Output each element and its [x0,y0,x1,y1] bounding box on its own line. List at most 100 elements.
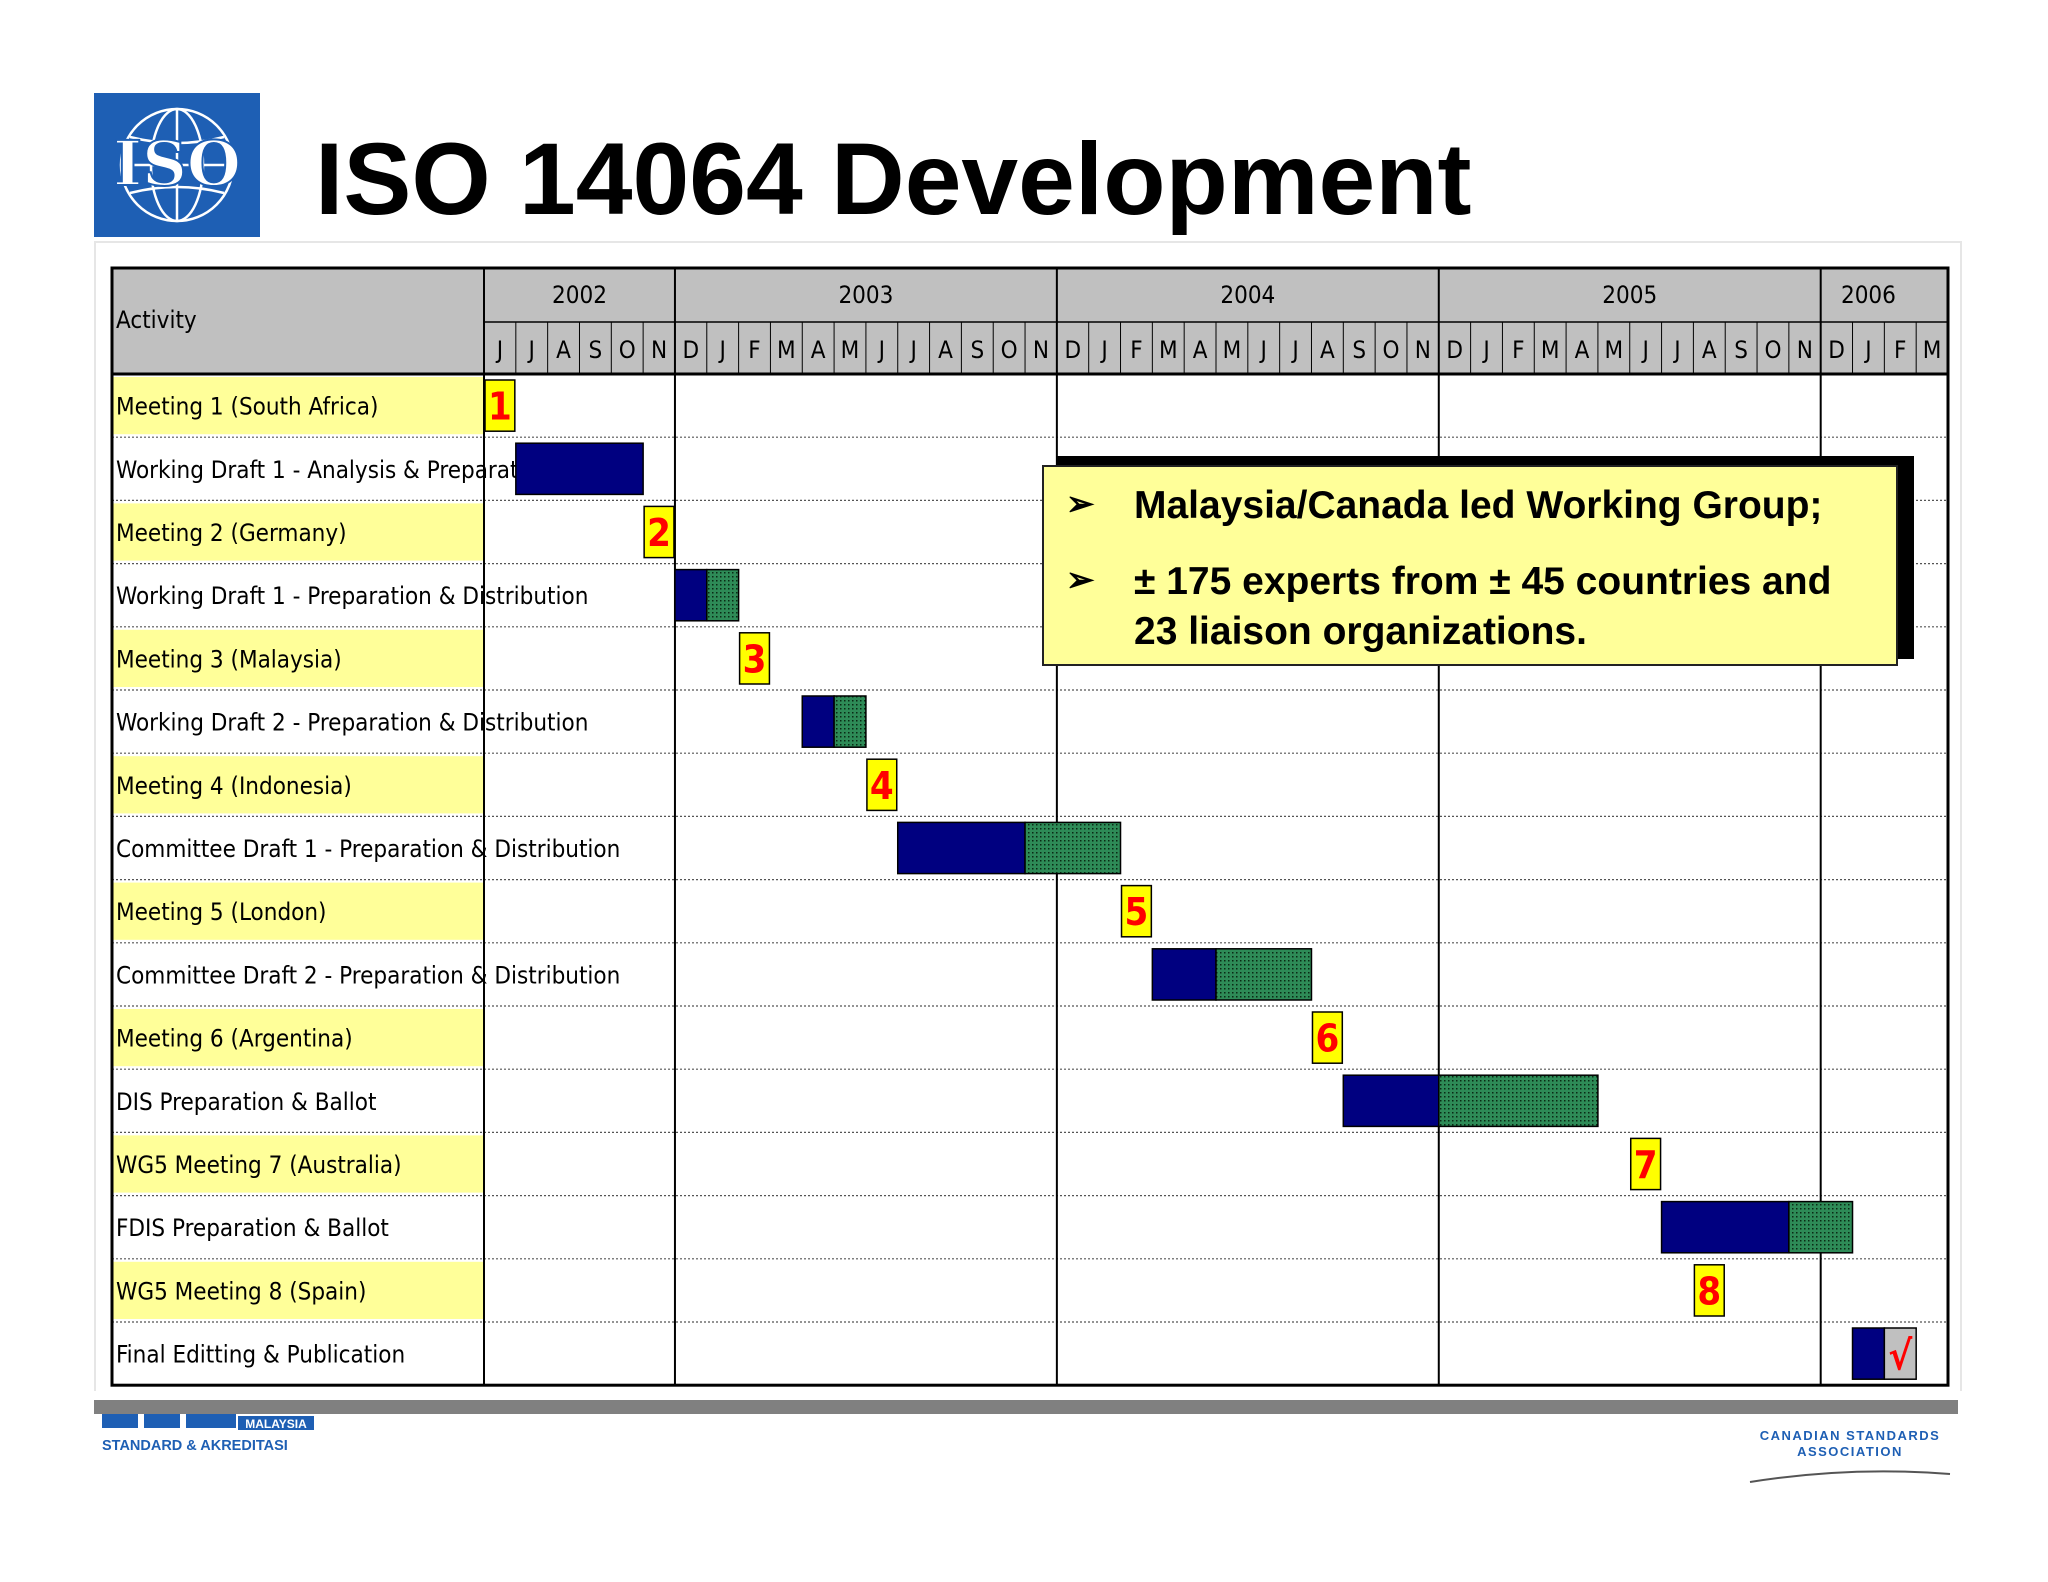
callout-box: ➢ Malaysia/Canada led Working Group; ➢ ±… [1042,465,1898,666]
milestone-number: 7 [1634,1143,1658,1187]
year-label: 2003 [838,281,893,309]
month-label: D [683,336,700,364]
month-label: J [718,336,726,364]
activity-label: DIS Preparation & Ballot [116,1088,376,1116]
month-label: J [1640,336,1648,364]
dsm-logo: MALAYSIA STANDARD & AKREDITASI [102,1414,314,1454]
csa-logo-line1: CANADIAN STANDARDS [1760,1428,1941,1443]
milestone-number: 5 [1125,890,1149,934]
month-label: M [841,336,860,364]
activity-label: Meeting 6 (Argentina) [116,1025,353,1053]
milestone-number: 4 [870,764,894,808]
preparation-bar [1342,1074,1440,1128]
distribution-bar [1024,821,1122,875]
milestone-number: 6 [1315,1017,1339,1061]
month-label: O [1764,336,1781,364]
month-label: S [970,336,984,364]
activity-label: Final Editting & Publication [116,1341,405,1369]
month-label: F [1130,336,1142,364]
callout-text: Malaysia/Canada led Working Group; [1134,484,1823,527]
month-label: M [1223,336,1242,364]
activity-label: Meeting 3 (Malaysia) [116,645,342,673]
arrow-bullet-icon: ➢ [1066,485,1095,523]
month-label: O [1383,336,1400,364]
csa-logo-swoosh [1749,1470,1951,1483]
month-label: D [1828,336,1845,364]
dsm-logo-label: MALAYSIA [245,1417,307,1431]
year-label: 2002 [552,281,607,309]
month-label: M [1923,336,1942,364]
dsm-logo-subtext: STANDARD & AKREDITASI [102,1438,288,1454]
month-label: J [527,336,535,364]
preparation-bar [801,695,835,748]
month-label: J [1099,336,1107,364]
month-label: D [1446,336,1463,364]
activity-label: FDIS Preparation & Ballot [116,1214,389,1242]
month-label: F [1894,336,1906,364]
month-label: N [1797,336,1813,364]
month-label: N [651,336,667,364]
preparation-bar [515,442,644,496]
activity-label: Meeting 1 (South Africa) [116,393,378,421]
month-label: A [1193,336,1208,364]
month-label: J [1259,336,1267,364]
milestone-number: 3 [743,637,767,681]
activity-label: Working Draft 1 - Preparation & Distribu… [116,582,588,610]
activity-label: Committee Draft 1 - Preparation & Distri… [116,835,620,863]
arrow-bullet-icon: ➢ [1066,561,1095,599]
month-label: F [748,336,760,364]
checkmark-icon: √ [1888,1334,1913,1380]
activity-label: WG5 Meeting 7 (Australia) [116,1151,402,1179]
activity-label: Working Draft 1 - Analysis & Preparation [116,456,551,484]
month-label: O [619,336,636,364]
callout-item: ➢ Malaysia/Canada led Working Group; [1066,481,1876,531]
month-label: A [811,336,826,364]
month-label: J [1863,336,1871,364]
month-label: J [1481,336,1489,364]
month-label: A [1320,336,1335,364]
csa-logo-line2: ASSOCIATION [1797,1444,1903,1459]
csa-logo: CANADIAN STANDARDS ASSOCIATION [1749,1428,1951,1483]
preparation-bar [1851,1327,1886,1380]
activity-label: Working Draft 2 - Preparation & Distribu… [116,709,588,737]
gantt-chart: 2002 2003 2004 2005 2006J J A S O N D J F M A M J J A S O N D J… [110,266,1950,1387]
month-label: J [877,336,885,364]
distribution-bar [706,568,740,622]
month-label: A [556,336,571,364]
month-label: M [1605,336,1624,364]
year-label: 2006 [1841,281,1896,309]
activity-label: Committee Draft 2 - Preparation & Distri… [116,961,620,989]
month-label: S [1734,336,1748,364]
activity-label: Meeting 5 (London) [116,898,326,926]
distribution-bar [1788,1200,1854,1254]
month-label: S [589,336,603,364]
month-label: N [1415,336,1431,364]
month-label: D [1064,336,1081,364]
preparation-bar [896,821,1026,875]
activity-label: Meeting 4 (Indonesia) [116,772,352,800]
preparation-bar [1660,1200,1790,1254]
month-label: J [495,336,503,364]
month-label: J [1672,336,1680,364]
year-label: 2004 [1220,281,1275,309]
month-label: N [1033,336,1049,364]
milestone-number: 8 [1697,1269,1721,1313]
footer-bar [94,1400,1958,1414]
month-label: F [1512,336,1524,364]
callout-text: ± 175 experts from ± 45 countries and 23… [1134,560,1832,653]
month-label: M [1541,336,1560,364]
month-label: A [1575,336,1590,364]
distribution-bar [1438,1074,1599,1128]
month-label: A [938,336,953,364]
distribution-bar [1215,948,1313,1001]
distribution-bar [833,695,867,748]
month-label: O [1001,336,1018,364]
month-label: A [1702,336,1717,364]
activity-label: Meeting 2 (Germany) [116,519,347,547]
milestone-number: 2 [647,511,671,555]
milestone-number: 1 [488,385,512,429]
month-label: J [1290,336,1298,364]
month-label: M [1159,336,1178,364]
preparation-bar [674,568,708,622]
header-background [112,268,1948,374]
